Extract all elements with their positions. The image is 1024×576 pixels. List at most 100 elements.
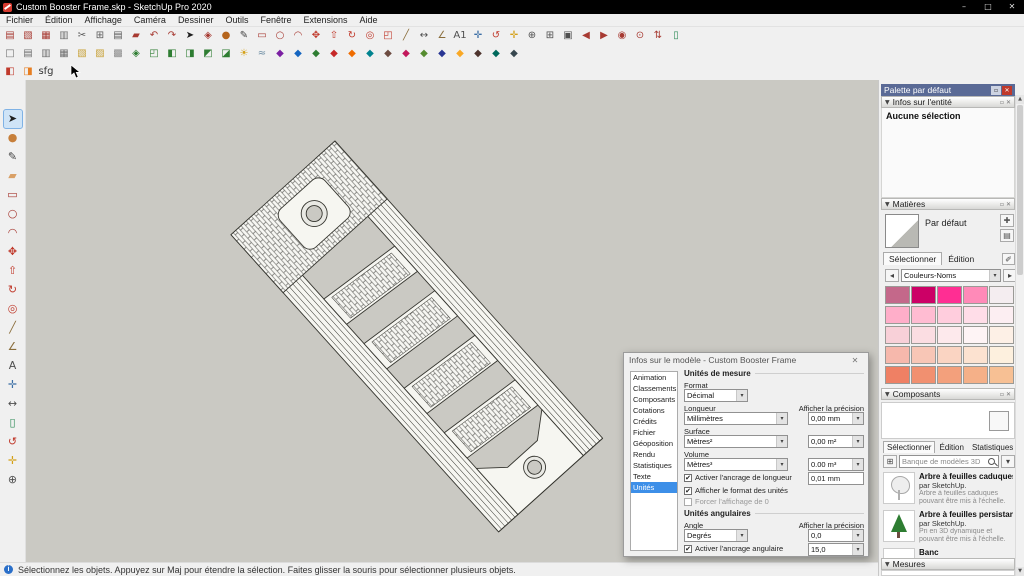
shaded-style-icon[interactable]: ▧ [74,46,90,62]
color-swatch[interactable] [937,346,962,364]
search-nav-button[interactable]: ▾ [1001,455,1015,468]
materials-header[interactable]: ▼ Matières ▫✕ [881,198,1015,210]
axes-tool-icon[interactable]: ✛ [4,376,22,394]
close-button[interactable]: ✕ [1000,0,1024,14]
text-tool-icon[interactable]: A1 [452,28,468,44]
look-around-icon[interactable]: ⊙ [632,28,648,44]
push-pull-tool-icon[interactable]: ⇧ [4,262,22,280]
extension-tool-icon-9[interactable]: ◆ [416,46,432,62]
angle-snap-dropdown[interactable]: 15,0 ▾ [808,543,864,556]
arc-tool-icon[interactable]: ◠ [290,28,306,44]
length-snap-input[interactable]: 0,01 mm [808,472,864,485]
extension-tool-icon-8[interactable]: ◆ [398,46,414,62]
model-info-nav-item[interactable]: Crédits [631,416,677,427]
materials-tab-edit[interactable]: Édition [942,252,980,265]
model-info-nav-item[interactable]: Texte [631,471,677,482]
maximize-button[interactable]: □ [976,0,1000,14]
extension-tool-icon-11[interactable]: ◆ [452,46,468,62]
orbit-tool-icon[interactable]: ↺ [488,28,504,44]
angle-unit-dropdown[interactable]: Degrés ▾ [684,529,748,542]
volume-unit-dropdown[interactable]: Mètres³ ▾ [684,458,788,471]
color-swatch[interactable] [911,286,936,304]
color-swatch[interactable] [911,346,936,364]
length-precision-dropdown[interactable]: 0,00 mm ▾ [808,412,864,425]
extension-tool-icon-1[interactable]: ◆ [272,46,288,62]
style-cube-icon-1[interactable]: ◧ [2,64,18,80]
back-view-icon[interactable]: ◩ [200,46,216,62]
color-swatch[interactable] [911,326,936,344]
walk-tool-icon[interactable]: ⇅ [650,28,666,44]
material-preview[interactable] [885,214,919,248]
dialog-titlebar[interactable]: Infos sur le modèle - Custom Booster Fra… [624,353,868,367]
extension-tool-icon-5[interactable]: ◆ [344,46,360,62]
volume-precision-dropdown[interactable]: 0.00 m³ ▾ [808,458,864,471]
scroll-down-icon[interactable]: ▼ [1016,567,1024,576]
zoom-window-icon[interactable]: ⊞ [542,28,558,44]
print-icon[interactable]: ▥ [56,28,72,44]
color-swatch[interactable] [989,286,1014,304]
model-info-nav-item[interactable]: Animation [631,372,677,383]
collection-dropdown[interactable]: Couleurs-Noms ▾ [901,269,1001,282]
hidden-line-style-icon[interactable]: ▦ [56,46,72,62]
search-input[interactable]: Banque de modèles 3D [899,455,999,468]
menu-item[interactable]: Affichage [79,14,128,27]
position-camera-icon[interactable]: ◉ [614,28,630,44]
component-item[interactable]: Banc [881,546,1015,558]
previous-view-icon[interactable]: ◀ [578,28,594,44]
components-tab-stats[interactable]: Statistiques [968,441,1017,453]
scale-tool-icon[interactable]: ◰ [380,28,396,44]
color-swatch[interactable] [911,306,936,324]
menu-item[interactable]: Fenêtre [254,14,297,27]
paste-icon[interactable]: ▤ [110,28,126,44]
section-plane-icon[interactable]: ▯ [668,28,684,44]
line-tool-icon[interactable]: ✎ [236,28,252,44]
zoom-tool-icon[interactable]: ⊕ [4,471,22,489]
color-swatch[interactable] [989,326,1014,344]
color-swatch[interactable] [989,366,1014,384]
info-icon[interactable]: i [4,565,13,574]
color-swatch[interactable] [885,346,910,364]
model-info-nav-item[interactable]: Unités [631,482,677,493]
component-item[interactable]: Arbre à feuilles persistante... par Sket… [881,508,1015,546]
model-info-nav-item[interactable]: Statistiques [631,460,677,471]
format-dropdown[interactable]: Décimal ▾ [684,389,748,402]
extension-tool-icon-2[interactable]: ◆ [290,46,306,62]
tray-pin-icon[interactable]: ▫ [991,86,1001,95]
left-view-icon[interactable]: ◪ [218,46,234,62]
line-tool-icon[interactable]: ✎ [4,148,22,166]
components-tab-select[interactable]: Sélectionner [883,441,935,453]
pan-tool-icon[interactable]: ✛ [4,452,22,470]
scrollbar-thumb[interactable] [1017,105,1023,275]
undo-icon[interactable]: ↶ [146,28,162,44]
extension-tool-icon-12[interactable]: ◆ [470,46,486,62]
close-icon[interactable]: ✕ [1006,99,1011,106]
circle-tool-icon[interactable]: ○ [272,28,288,44]
model-info-nav-item[interactable]: Géoposition [631,438,677,449]
color-swatch[interactable] [963,366,988,384]
measures-input[interactable] [881,570,1015,576]
eyedropper-icon[interactable]: ✐ [1002,253,1015,265]
extension-tool-icon-10[interactable]: ◆ [434,46,450,62]
select-tool-icon[interactable]: ➤ [4,110,22,128]
erase-icon[interactable]: ▰ [128,28,144,44]
extension-tool-icon-14[interactable]: ◆ [506,46,522,62]
select-tool-icon[interactable]: ➤ [182,28,198,44]
scroll-up-icon[interactable]: ▲ [1016,95,1024,104]
component-preview-box[interactable] [989,411,1009,431]
color-swatch[interactable] [911,366,936,384]
open-file-icon[interactable]: ▧ [20,28,36,44]
length-snap-checkbox[interactable]: ✔ Activer l'ancrage de longueur [684,473,792,482]
menu-item[interactable]: Fichier [0,14,39,27]
menu-item[interactable]: Dessiner [172,14,220,27]
close-icon[interactable]: ✕ [1006,201,1011,208]
model-info-nav-item[interactable]: Cotations [631,405,677,416]
color-swatch[interactable] [885,306,910,324]
color-swatch[interactable] [963,286,988,304]
section-plane-icon[interactable]: ▯ [4,414,22,432]
style-cube-icon-2[interactable]: ◨ [20,64,36,80]
entity-info-header[interactable]: ▼ Infos sur l'entité ▫✕ [881,96,1015,108]
cut-icon[interactable]: ✂ [74,28,90,44]
unit-format-checkbox[interactable]: ✔ Afficher le format des unités [684,486,788,495]
view-options-button[interactable]: ⊞ [883,455,897,468]
text-tool-icon[interactable]: A [4,357,22,375]
